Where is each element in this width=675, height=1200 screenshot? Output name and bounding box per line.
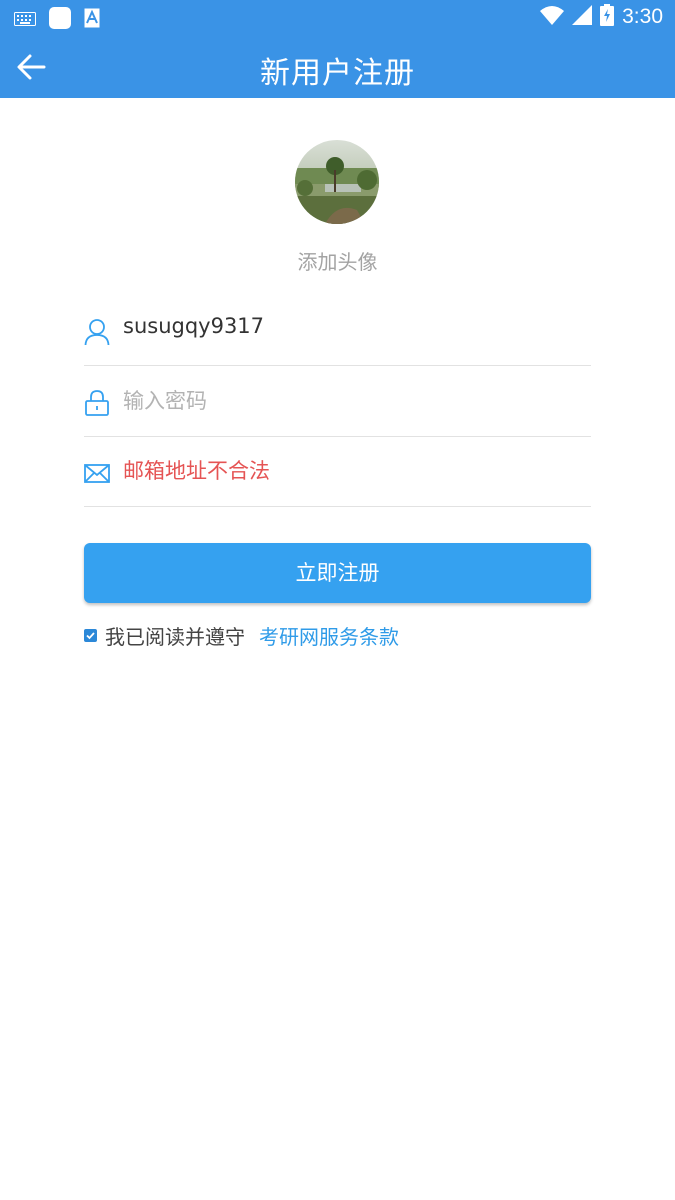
avatar[interactable]: [295, 140, 379, 224]
status-bar: 3:30: [0, 0, 675, 36]
signal-icon: [572, 5, 593, 29]
lock-icon: [84, 389, 110, 417]
mail-icon: [84, 459, 110, 487]
battery-icon: [600, 4, 615, 30]
email-field[interactable]: 邮箱地址不合法: [84, 437, 591, 507]
username-field[interactable]: susugqy9317: [84, 296, 591, 366]
user-icon: [84, 318, 110, 346]
agreement-text: 我已阅读并遵守: [105, 624, 245, 649]
page-title: 新用户注册: [260, 56, 415, 91]
password-input[interactable]: 输入密码: [123, 385, 207, 415]
status-time: 3:30: [622, 5, 663, 28]
app-notification-icon: [48, 6, 72, 34]
keyboard-icon: [14, 11, 36, 30]
password-field[interactable]: 输入密码: [84, 367, 591, 437]
add-avatar-label: 添加头像: [297, 250, 378, 274]
wifi-icon: [540, 5, 565, 29]
agree-checkbox[interactable]: [84, 628, 97, 642]
check-icon: [86, 631, 95, 639]
terms-link[interactable]: 考研网服务条款: [259, 621, 399, 650]
font-app-icon: [84, 8, 100, 32]
username-input[interactable]: susugqy9317: [123, 314, 264, 338]
app-bar: 新用户注册: [0, 36, 675, 98]
email-error-message[interactable]: 邮箱地址不合法: [123, 455, 270, 485]
register-button[interactable]: 立即注册: [84, 543, 591, 603]
agreement-row: 我已阅读并遵守 考研网服务条款: [84, 621, 399, 649]
